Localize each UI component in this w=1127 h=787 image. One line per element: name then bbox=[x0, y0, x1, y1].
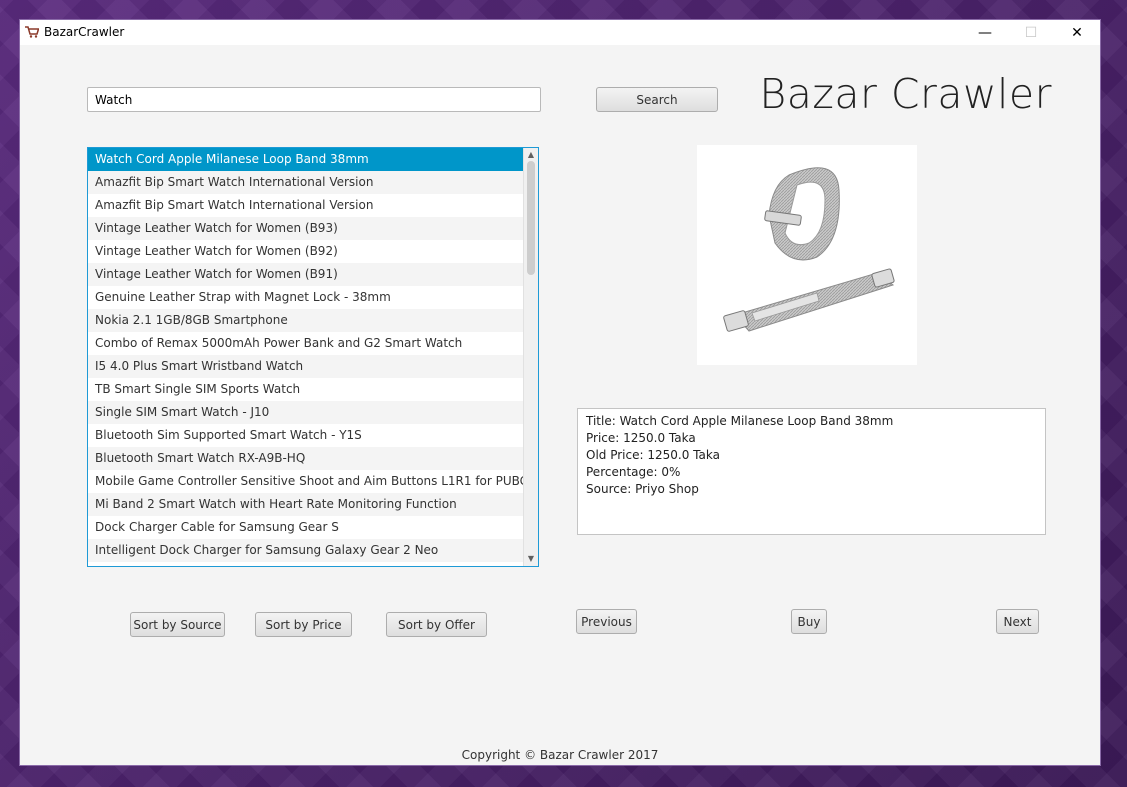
buy-button[interactable]: Buy bbox=[791, 609, 827, 634]
window-title: BazarCrawler bbox=[44, 25, 125, 39]
detail-source: Source: Priyo Shop bbox=[586, 482, 699, 496]
close-button[interactable]: ✕ bbox=[1054, 20, 1100, 45]
list-item[interactable]: Dock Charger Cable for Samsung Gear S bbox=[88, 516, 523, 539]
scroll-down-icon[interactable]: ▼ bbox=[524, 553, 538, 565]
search-input[interactable] bbox=[87, 87, 541, 112]
list-item[interactable]: Amazfit Bip Smart Watch International Ve… bbox=[88, 194, 523, 217]
list-item-selected[interactable]: Watch Cord Apple Milanese Loop Band 38mm bbox=[88, 148, 523, 171]
copyright-footer: Copyright © Bazar Crawler 2017 bbox=[461, 748, 659, 762]
list-item[interactable]: Mobile Game Controller Sensitive Shoot a… bbox=[88, 470, 523, 493]
list-item[interactable]: Vintage Leather Watch for Women (B92) bbox=[88, 240, 523, 263]
product-image bbox=[697, 145, 917, 365]
list-item[interactable]: Intelligent Dock Charger for Samsung Gal… bbox=[88, 539, 523, 562]
next-button[interactable]: Next bbox=[996, 609, 1039, 634]
title-bar[interactable]: BazarCrawler — ☐ ✕ bbox=[20, 20, 1100, 45]
minimize-button[interactable]: — bbox=[962, 20, 1008, 45]
list-item[interactable]: TB Smart Single SIM Sports Watch bbox=[88, 378, 523, 401]
list-item[interactable]: Nokia 2.1 1GB/8GB Smartphone bbox=[88, 309, 523, 332]
app-window: BazarCrawler — ☐ ✕ Search Bazar Crawler … bbox=[19, 19, 1101, 766]
search-button[interactable]: Search bbox=[596, 87, 718, 112]
detail-percentage: Percentage: 0% bbox=[586, 465, 681, 479]
previous-button[interactable]: Previous bbox=[576, 609, 637, 634]
brand-title: Bazar Crawler bbox=[759, 70, 1052, 118]
list-item[interactable]: I5 4.0 Plus Smart Wristband Watch bbox=[88, 355, 523, 378]
shopping-cart-icon bbox=[25, 26, 39, 38]
results-list[interactable]: Watch Cord Apple Milanese Loop Band 38mm… bbox=[87, 147, 539, 567]
scroll-thumb[interactable] bbox=[527, 161, 535, 275]
list-item[interactable]: Single SIM Smart Watch - J10 bbox=[88, 401, 523, 424]
detail-old-price: Old Price: 1250.0 Taka bbox=[586, 448, 720, 462]
list-item[interactable]: Bluetooth Smart Watch RX-A9B-HQ bbox=[88, 447, 523, 470]
scroll-up-icon[interactable]: ▲ bbox=[524, 149, 538, 161]
maximize-button[interactable]: ☐ bbox=[1008, 20, 1054, 45]
list-item[interactable]: Mi Band 2 Smart Watch with Heart Rate Mo… bbox=[88, 493, 523, 516]
product-details[interactable]: Title: Watch Cord Apple Milanese Loop Ba… bbox=[577, 408, 1046, 535]
list-item[interactable]: Combo of Remax 5000mAh Power Bank and G2… bbox=[88, 332, 523, 355]
results-list-items: Watch Cord Apple Milanese Loop Band 38mm… bbox=[88, 148, 538, 562]
list-item[interactable]: Genuine Leather Strap with Magnet Lock -… bbox=[88, 286, 523, 309]
list-item[interactable]: Vintage Leather Watch for Women (B91) bbox=[88, 263, 523, 286]
list-item[interactable]: Vintage Leather Watch for Women (B93) bbox=[88, 217, 523, 240]
watch-band-image bbox=[723, 167, 895, 332]
list-item[interactable]: Bluetooth Sim Supported Smart Watch - Y1… bbox=[88, 424, 523, 447]
sort-by-offer-button[interactable]: Sort by Offer bbox=[386, 612, 487, 637]
list-scrollbar[interactable]: ▲ ▼ bbox=[523, 148, 538, 566]
list-item[interactable]: Amazfit Bip Smart Watch International Ve… bbox=[88, 171, 523, 194]
detail-price: Price: 1250.0 Taka bbox=[586, 431, 696, 445]
sort-by-price-button[interactable]: Sort by Price bbox=[255, 612, 352, 637]
sort-by-source-button[interactable]: Sort by Source bbox=[130, 612, 225, 637]
detail-title: Title: Watch Cord Apple Milanese Loop Ba… bbox=[586, 414, 894, 428]
